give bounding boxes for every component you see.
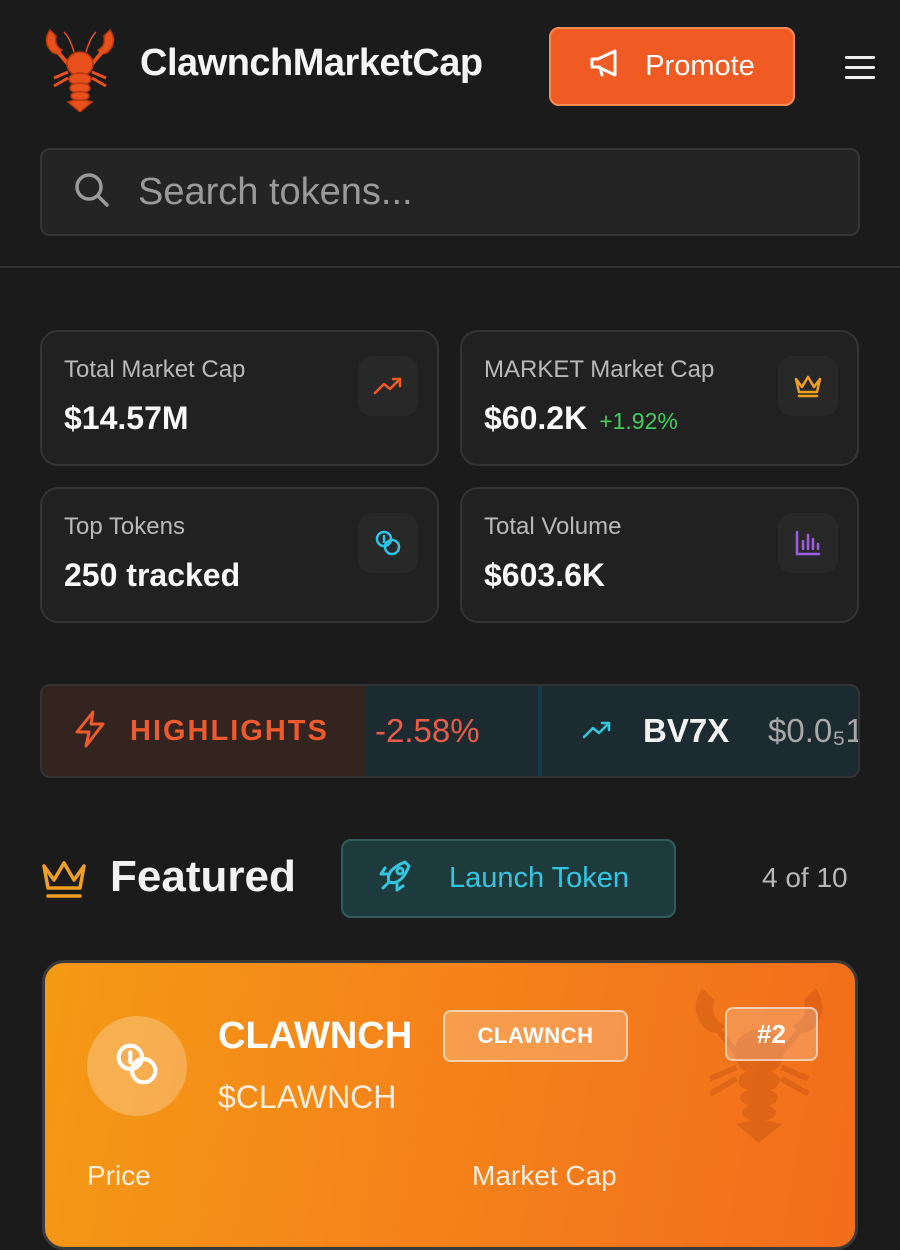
featured-count: 4 of 10 (762, 862, 848, 893)
coins-icon (112, 1039, 162, 1094)
lightning-icon (72, 709, 108, 754)
highlights-tag: HIGHLIGHTS (42, 686, 365, 776)
stat-label: Total Volume (484, 513, 622, 540)
stat-card-total-market-cap: Total Market Cap $14.57M (40, 330, 439, 466)
stat-label: MARKET Market Cap (484, 356, 715, 383)
coins-icon (358, 513, 418, 573)
token-badge: CLAWNCH (443, 1010, 628, 1062)
stat-card-market-market-cap: MARKET Market Cap $60.2K +1.92% (460, 330, 859, 466)
megaphone-icon (589, 48, 625, 86)
promote-label: Promote (645, 50, 755, 82)
stat-label: Top Tokens (64, 513, 185, 540)
search-input[interactable] (136, 169, 816, 215)
token-mcap-label: Market Cap (472, 1160, 617, 1191)
ticker-change[interactable]: -2.58% (375, 712, 480, 750)
token-price-label: Price (87, 1160, 151, 1191)
rocket-icon (375, 856, 415, 901)
token-ticker: $CLAWNCH (218, 1079, 397, 1115)
featured-token-card[interactable]: CLAWNCH CLAWNCH #2 $CLAWNCH Price Market… (42, 960, 858, 1250)
search-icon (72, 170, 112, 215)
trending-up-icon (358, 356, 418, 416)
launch-token-label: Launch Token (449, 862, 630, 894)
crown-icon (40, 858, 88, 905)
search-bar[interactable] (40, 148, 860, 236)
stat-value-row: $60.2K +1.92% (484, 400, 678, 437)
app-header: ClawnchMarketCap Promote (0, 0, 900, 134)
stat-value: $14.57M (64, 400, 189, 436)
brand-name[interactable]: ClawnchMarketCap (140, 42, 483, 85)
crown-icon (778, 356, 838, 416)
ticker-separator (538, 686, 542, 776)
trending-up-icon (582, 720, 612, 745)
lobster-icon[interactable] (40, 22, 120, 113)
stat-delta: +1.92% (599, 408, 678, 434)
launch-token-button[interactable]: Launch Token (341, 839, 676, 918)
token-name: CLAWNCH (218, 1015, 413, 1057)
hamburger-menu-icon[interactable] (843, 52, 879, 82)
highlights-ticker[interactable]: HIGHLIGHTS -2.58% BV7X $0.0₅1 (40, 684, 860, 778)
stat-value: 250 tracked (64, 557, 241, 593)
highlights-label: HIGHLIGHTS (130, 714, 329, 747)
stat-card-total-volume: Total Volume $603.6K (460, 487, 859, 623)
promote-button[interactable]: Promote (549, 27, 795, 106)
token-rank-badge: #2 (725, 1007, 818, 1061)
token-avatar (87, 1016, 187, 1116)
bar-chart-icon (778, 513, 838, 573)
ticker-price: $0.0₅1 (768, 712, 860, 749)
stat-label: Total Market Cap (64, 356, 246, 383)
ticker-symbol[interactable]: BV7X (643, 712, 729, 750)
header-divider (0, 266, 900, 268)
stat-card-top-tokens: Top Tokens 250 tracked (40, 487, 439, 623)
featured-title: Featured (110, 852, 296, 901)
stat-value: $60.2K (484, 400, 588, 436)
stat-value: $603.6K (484, 557, 605, 593)
